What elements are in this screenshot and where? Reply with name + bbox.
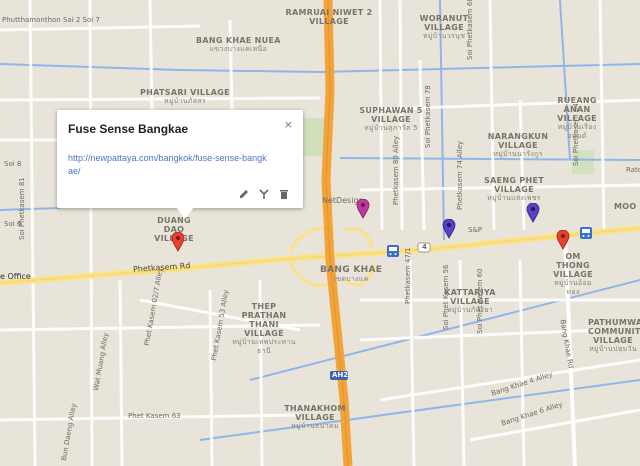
bus-icon[interactable] <box>386 244 400 258</box>
road-label-63: Phet Kasem 63 <box>128 412 181 420</box>
info-window-tools <box>239 189 289 199</box>
area-pathumwan: PATHUMWAN COMMUNITY VILLAGEหมู่บ้านปทุมว… <box>588 318 640 353</box>
area-rueang-anan: RUEANG ANAN VILLAGE หมู่บ้านเรืองอนันต์ <box>557 96 597 140</box>
pencil-icon[interactable] <box>239 189 249 199</box>
area-bang-khae-nuea: BANG KHAE NUEA แขวงบางแคเหนือ <box>196 36 281 53</box>
info-window-link[interactable]: http://newpattaya.com/bangkok/fuse-sense… <box>68 152 268 178</box>
pin-duang-dao[interactable] <box>171 232 185 252</box>
area-thanakhom: THANAKHOM VILLAGE หมู่บ้านธนาคม <box>284 404 346 430</box>
area-ramruai: RAMRUAI NIWET 2 VILLAGE <box>285 8 373 26</box>
area-woranut: WORANUT VILLAGE หมู่บ้านวรนุช <box>419 14 469 40</box>
poi-snp: S&P <box>468 226 483 234</box>
area-moo2: MOO 2 <box>614 202 640 211</box>
map-base <box>0 0 640 466</box>
road-label-74-alley: Phetkasem 74 Alley <box>456 140 464 210</box>
pin-purple-1[interactable] <box>442 219 456 239</box>
road-label-phutthamonthon: Phutthamonthon Sai 2 Soi 7 <box>2 16 100 24</box>
pin-om-thong[interactable] <box>556 230 570 250</box>
area-thep-prathan: THEP PRATHAN THANI VILLAGE หมู่บ้านเทพประ… <box>232 302 296 355</box>
road-label-47-1: Phetkasem 47/1 <box>404 247 412 304</box>
route-shield-ah2: AH2 <box>332 371 349 379</box>
poi-ratch: Ratc <box>626 166 640 174</box>
area-suphawan: SUPHAWAN 5 VILLAGE หมู่บ้านสุภาวัล 5 <box>359 106 423 132</box>
map-canvas[interactable]: Phetkasem Rd Bang Khae Rd 4 AH2 Phuttham… <box>0 0 640 466</box>
area-narangkun: NARANGKUN VILLAGE หมู่บ้านนารังกูร <box>487 132 549 158</box>
info-window-tail <box>176 207 194 219</box>
area-bang-khae: BANG KHAE เขตบางแค <box>320 265 383 284</box>
poi-office: e Office <box>0 272 31 281</box>
road-label-soi8: Soi 8 <box>4 160 22 168</box>
info-window: Fuse Sense Bangkae × http://newpattaya.c… <box>57 110 303 208</box>
area-kattariya: KATTARIYA VILLAGE หมู่บ้านกัทริยา <box>444 288 496 314</box>
trash-icon[interactable] <box>279 189 289 199</box>
route-icon[interactable] <box>259 189 269 199</box>
area-om-thong: OM THONG VILLAGE หมู่บ้านอ้อมทอง <box>553 252 593 296</box>
area-saeng-phet: SAENG PHET VILLAGE หมู่บ้านแสงเพชร <box>484 176 544 202</box>
area-phatsari: PHATSARI VILLAGE หมู่บ้านภัสสร <box>140 88 230 105</box>
pin-purple-2[interactable] <box>526 203 540 223</box>
close-icon[interactable]: × <box>284 118 293 131</box>
road-label-soi-81: Soi Phetkasem 81 <box>18 177 26 240</box>
pin-netdesign[interactable] <box>356 199 370 219</box>
bus-icon-2[interactable] <box>579 226 593 240</box>
road-label-80-alley: Phetkasem 80 Alley <box>392 135 400 205</box>
route-shield-4: 4 <box>422 243 427 251</box>
info-window-title: Fuse Sense Bangkae <box>68 122 189 136</box>
